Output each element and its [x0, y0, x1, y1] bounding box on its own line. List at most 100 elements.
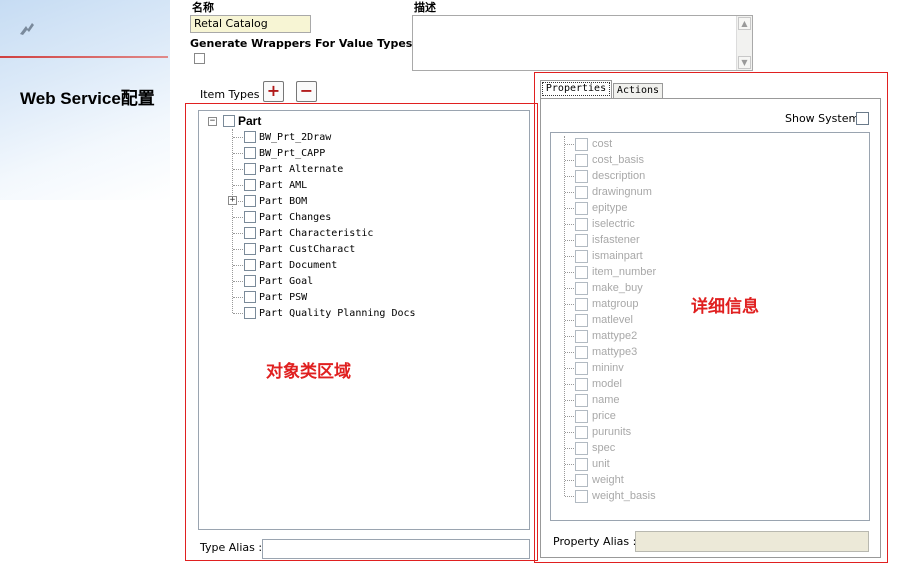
tree-item[interactable]: Part BOM — [244, 193, 307, 209]
property-checkbox[interactable] — [575, 217, 588, 231]
property-item[interactable]: weight — [575, 472, 624, 488]
tree-checkbox[interactable] — [244, 259, 256, 271]
tree-checkbox[interactable] — [244, 179, 256, 191]
property-item[interactable]: spec — [575, 440, 615, 456]
tree-item-label: Part PSW — [259, 291, 308, 303]
tree-checkbox[interactable] — [244, 163, 256, 175]
tree-checkbox[interactable] — [244, 291, 256, 303]
property-item[interactable]: epitype — [575, 200, 627, 216]
description-textarea[interactable]: ▲ ▼ — [412, 15, 753, 71]
scroll-up-icon[interactable]: ▲ — [738, 17, 751, 30]
tree-connector — [564, 136, 565, 496]
tree-checkbox[interactable] — [244, 211, 256, 223]
property-checkbox[interactable] — [575, 137, 588, 151]
property-alias-input[interactable] — [635, 531, 869, 552]
property-checkbox[interactable] — [575, 297, 588, 311]
property-item[interactable]: drawingnum — [575, 184, 652, 200]
property-checkbox[interactable] — [575, 185, 588, 199]
property-item[interactable]: name — [575, 392, 620, 408]
property-label: weight_basis — [592, 490, 656, 502]
tree-item[interactable]: Part Quality Planning Docs — [244, 305, 416, 321]
property-item[interactable]: item_number — [575, 264, 656, 280]
property-checkbox[interactable] — [575, 313, 588, 327]
tree-item[interactable]: Part Document — [244, 257, 337, 273]
tree-item[interactable]: Part Alternate — [244, 161, 343, 177]
tree-root-part[interactable]: − Part — [208, 113, 261, 129]
tree-item[interactable]: Part CustCharact — [244, 241, 355, 257]
tree-item[interactable]: BW_Prt_CAPP — [244, 145, 325, 161]
property-checkbox[interactable] — [575, 265, 588, 279]
tree-connector — [565, 208, 574, 209]
property-checkbox[interactable] — [575, 361, 588, 375]
tree-item[interactable]: Part PSW — [244, 289, 307, 305]
tree-connector — [233, 185, 243, 186]
property-item[interactable]: ismainpart — [575, 248, 643, 264]
property-checkbox[interactable] — [575, 473, 588, 487]
property-checkbox[interactable] — [575, 329, 588, 343]
property-item[interactable]: purunits — [575, 424, 631, 440]
property-item[interactable]: matgroup — [575, 296, 638, 312]
name-input[interactable]: Retal Catalog — [190, 15, 311, 33]
property-item[interactable]: cost_basis — [575, 152, 644, 168]
tree-checkbox[interactable] — [244, 307, 256, 319]
wrappers-checkbox[interactable] — [194, 53, 205, 64]
property-item[interactable]: mattype2 — [575, 328, 637, 344]
tree-checkbox[interactable] — [244, 275, 256, 287]
tree-item[interactable]: Part Changes — [244, 209, 331, 225]
property-checkbox[interactable] — [575, 201, 588, 215]
property-checkbox[interactable] — [575, 233, 588, 247]
property-item[interactable]: isfastener — [575, 232, 640, 248]
property-checkbox[interactable] — [575, 281, 588, 295]
property-item[interactable]: weight_basis — [575, 488, 656, 504]
property-item[interactable]: mininv — [575, 360, 624, 376]
property-item[interactable]: description — [575, 168, 645, 184]
description-scrollbar[interactable]: ▲ ▼ — [736, 16, 752, 70]
tree-checkbox[interactable] — [244, 227, 256, 239]
tree-item[interactable]: Part AML — [244, 177, 307, 193]
tree-item[interactable]: BW_Prt_2Draw — [244, 129, 331, 145]
show-system-checkbox[interactable] — [856, 112, 869, 125]
property-item[interactable]: model — [575, 376, 622, 392]
tree-item-label: Part — [238, 114, 262, 128]
property-item[interactable]: matlevel — [575, 312, 633, 328]
property-checkbox[interactable] — [575, 409, 588, 423]
property-checkbox[interactable] — [575, 441, 588, 455]
tree-connector — [565, 480, 574, 481]
scroll-down-icon[interactable]: ▼ — [738, 56, 751, 69]
tab-actions[interactable]: Actions — [613, 83, 663, 99]
tree-connector — [565, 448, 574, 449]
property-checkbox[interactable] — [575, 425, 588, 439]
tree-item-label: Part BOM — [259, 195, 308, 207]
property-item[interactable]: cost — [575, 136, 612, 152]
property-item[interactable]: price — [575, 408, 616, 424]
property-checkbox[interactable] — [575, 249, 588, 263]
property-item[interactable]: iselectric — [575, 216, 635, 232]
property-item[interactable]: mattype3 — [575, 344, 637, 360]
collapse-icon[interactable]: − — [208, 116, 217, 126]
type-alias-input[interactable] — [262, 539, 530, 559]
property-item[interactable]: make_buy — [575, 280, 643, 296]
item-types-tree: − Part BW_Prt_2Draw BW_Prt_CAPP Part Alterna… — [198, 110, 530, 530]
tree-checkbox[interactable] — [223, 115, 235, 127]
tree-checkbox[interactable] — [244, 195, 256, 207]
property-checkbox[interactable] — [575, 457, 588, 471]
tab-properties[interactable]: Properties — [540, 80, 612, 98]
property-checkbox[interactable] — [575, 489, 588, 503]
tree-checkbox[interactable] — [244, 243, 256, 255]
property-item[interactable]: unit — [575, 456, 610, 472]
expand-icon[interactable]: + — [228, 196, 237, 205]
property-checkbox[interactable] — [575, 169, 588, 183]
property-checkbox[interactable] — [575, 153, 588, 167]
tree-connector — [565, 384, 574, 385]
tree-connector — [233, 153, 243, 154]
property-checkbox[interactable] — [575, 377, 588, 391]
tree-item[interactable]: Part Goal — [244, 273, 313, 289]
tree-item[interactable]: Part Characteristic — [244, 225, 373, 241]
tree-checkbox[interactable] — [244, 131, 256, 143]
property-checkbox[interactable] — [575, 393, 588, 407]
add-item-type-button[interactable]: + — [263, 81, 284, 102]
remove-item-type-button[interactable]: − — [296, 81, 317, 102]
property-checkbox[interactable] — [575, 345, 588, 359]
tree-checkbox[interactable] — [244, 147, 256, 159]
tree-connector — [565, 272, 574, 273]
